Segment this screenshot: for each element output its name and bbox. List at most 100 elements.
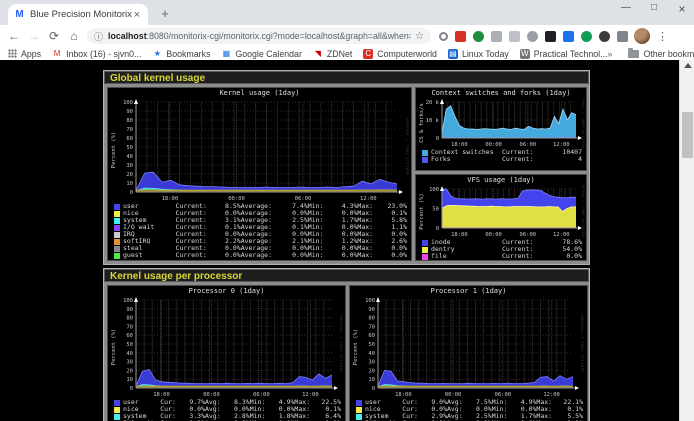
new-tab-button[interactable]: + — [156, 5, 174, 23]
processor-1-chart[interactable]: Processor 1 (1day)18:0000:0006:0012:0001… — [349, 285, 588, 421]
bookmark-item[interactable]: ▤Linux Today — [448, 49, 509, 59]
steal-swatch-icon — [114, 246, 120, 252]
svg-text:70: 70 — [126, 127, 133, 133]
scrollbar-thumb[interactable] — [682, 112, 693, 158]
svg-text:60: 60 — [126, 333, 133, 339]
p0-legend: userCur:9.7%Avg:8.3%Min:4.9%Max:22.5%nic… — [108, 398, 345, 421]
svg-text:100: 100 — [123, 298, 133, 304]
gray-window-extension-icon[interactable] — [509, 31, 520, 42]
svg-text:40: 40 — [368, 351, 375, 357]
browser-window: M Blue Precision Monitorix × + — □ × ← →… — [0, 0, 694, 421]
extension-icons — [439, 31, 628, 42]
copy-pages-extension-icon[interactable] — [491, 31, 502, 42]
softIRQ-swatch-icon — [114, 239, 120, 245]
apps-shortcut[interactable]: Apps — [8, 49, 41, 59]
bookmark-label: Practical Technol... — [534, 49, 608, 59]
window-maximize-button[interactable]: □ — [648, 2, 660, 16]
svg-text:40: 40 — [126, 154, 133, 160]
bookmark-star-icon[interactable]: ☆ — [415, 31, 424, 42]
bookmark-favicon-icon: W — [520, 49, 530, 59]
other-bookmarks-button[interactable]: Other bookmarks — [628, 49, 694, 59]
address-bar[interactable]: ⓘ localhost:8080/monitorix-cgi/monitorix… — [87, 28, 431, 44]
legend-row: guestCurrent:0.0%Average:0.0%Min:0.0%Max… — [114, 252, 407, 259]
system-swatch-icon — [114, 218, 120, 224]
svg-text:50: 50 — [368, 342, 375, 348]
bookmark-label: ZDNet — [327, 49, 352, 59]
svg-text:20: 20 — [368, 368, 375, 374]
bookmark-favicon-icon: ★ — [152, 49, 162, 59]
kernel-legend: userCurrent:8.5%Average:7.4%Min:4.3%Max:… — [108, 202, 411, 259]
page-scrollbar[interactable] — [679, 60, 694, 421]
green-circle-extension-icon[interactable] — [581, 31, 592, 42]
bookmark-items: MInbox (16) - sjvn0... ★Bookmarks ▦Google … — [41, 49, 607, 59]
processor-0-chart[interactable]: Processor 0 (1day)18:0000:0006:0012:0001… — [107, 285, 346, 421]
url-text[interactable]: localhost:8080/monitorix-cgi/monitorix.c… — [108, 31, 411, 41]
cs-graph-plot: 18:0000:0006:0012:00010 k20 kCS & forks/… — [416, 98, 586, 148]
reload-icon[interactable]: ⟳ — [44, 29, 64, 43]
svg-text:RRDTOOL / TOBI OETIKER: RRDTOOL / TOBI OETIKER — [405, 118, 409, 176]
monitorix-favicon-icon: M — [14, 9, 25, 20]
legend-stat-value: 0.0% — [282, 252, 308, 259]
Forks-swatch-icon — [422, 157, 428, 163]
svg-text:Percent (%): Percent (%) — [353, 329, 359, 365]
red-mail-extension-icon[interactable] — [455, 31, 466, 42]
svg-text:30: 30 — [368, 360, 375, 366]
kernel-chart-title: Kernel usage (1day) — [108, 88, 411, 98]
cs-chart-title: Context switches and forks (1day) — [416, 88, 586, 98]
magnifier-extension-icon[interactable] — [439, 32, 448, 41]
svg-text:100: 100 — [429, 187, 439, 193]
bookmark-item[interactable]: ★Bookmarks — [152, 49, 210, 59]
svg-text:90: 90 — [126, 109, 133, 115]
browser-tab[interactable]: M Blue Precision Monitorix × — [8, 4, 148, 25]
back-icon[interactable]: ← — [4, 29, 24, 43]
svg-text:60: 60 — [368, 333, 375, 339]
svg-text:10: 10 — [368, 377, 375, 383]
legend-stat-label: Max: — [357, 252, 380, 259]
legend-stat-label: Min: — [308, 252, 331, 259]
tab-list-extension-icon[interactable] — [617, 31, 628, 42]
blue-square-extension-icon[interactable] — [563, 31, 574, 42]
section-title: Global kernel usage — [104, 71, 589, 84]
svg-text:30: 30 — [126, 163, 133, 169]
bookmark-favicon-icon: M — [52, 49, 62, 59]
bookmark-label: Google Calendar — [235, 49, 302, 59]
svg-text:CS & forks/s: CS & forks/s — [419, 103, 425, 143]
bookmarks-overflow-icon[interactable]: » — [607, 49, 612, 59]
IRQ-swatch-icon — [114, 232, 120, 238]
svg-text:0: 0 — [130, 386, 133, 392]
svg-text:18:00: 18:00 — [451, 232, 468, 238]
svg-text:20: 20 — [126, 172, 133, 178]
svg-text:70: 70 — [126, 324, 133, 330]
p1-legend: userCur:9.0%Avg:7.5%Min:4.9%Max:22.1%nic… — [350, 398, 587, 421]
folder-icon — [628, 50, 639, 58]
page-info-icon[interactable]: ⓘ — [94, 30, 103, 43]
inode-swatch-icon — [422, 240, 428, 246]
apps-grid-icon — [8, 49, 17, 58]
svg-text:RRDTOOL / TOBI OETIKER: RRDTOOL / TOBI OETIKER — [580, 315, 584, 373]
green-globe-extension-icon[interactable] — [473, 31, 484, 42]
profile-avatar[interactable] — [634, 28, 650, 44]
eye-extension-icon[interactable] — [527, 31, 538, 42]
p1-graph-plot: 18:0000:0006:0012:0001020304050607080901… — [350, 296, 587, 398]
bookmark-item[interactable]: W Practical Technol... — [520, 49, 608, 59]
bookmark-item[interactable]: ▦Google Calendar — [221, 49, 302, 59]
dark-pin-extension-icon[interactable] — [599, 31, 610, 42]
bookmark-item[interactable]: MInbox (16) - sjvn0... — [52, 49, 141, 59]
bookmark-item[interactable]: CComputerworld — [363, 49, 437, 59]
black-square-extension-icon[interactable] — [545, 31, 556, 42]
kernel-usage-chart[interactable]: Kernel usage (1day)18:0000:0006:0012:000… — [107, 87, 412, 261]
bookmark-item[interactable]: ◥ZDNet — [313, 49, 352, 59]
scrollbar-up-icon[interactable] — [684, 63, 692, 68]
legend-series-name: Forks — [431, 156, 502, 163]
context-switches-chart[interactable]: Context switches and forks (1day)18:0000… — [415, 87, 587, 171]
vfs-usage-chart[interactable]: VFS usage (1day)18:0000:0006:0012:000501… — [415, 174, 587, 261]
browser-toolbar: ← → ⟳ ⌂ ⓘ localhost:8080/monitorix-cgi/m… — [0, 25, 694, 47]
window-close-button[interactable]: × — [676, 2, 688, 16]
browser-menu-icon[interactable]: ⋮ — [657, 30, 668, 43]
tab-close-icon[interactable]: × — [132, 9, 142, 21]
legend-row: fileCurrent:0.0% — [422, 253, 582, 260]
window-minimize-button[interactable]: — — [620, 2, 632, 16]
p1-chart-title: Processor 1 (1day) — [350, 286, 587, 296]
forward-icon[interactable]: → — [24, 29, 44, 43]
home-icon[interactable]: ⌂ — [64, 29, 84, 43]
